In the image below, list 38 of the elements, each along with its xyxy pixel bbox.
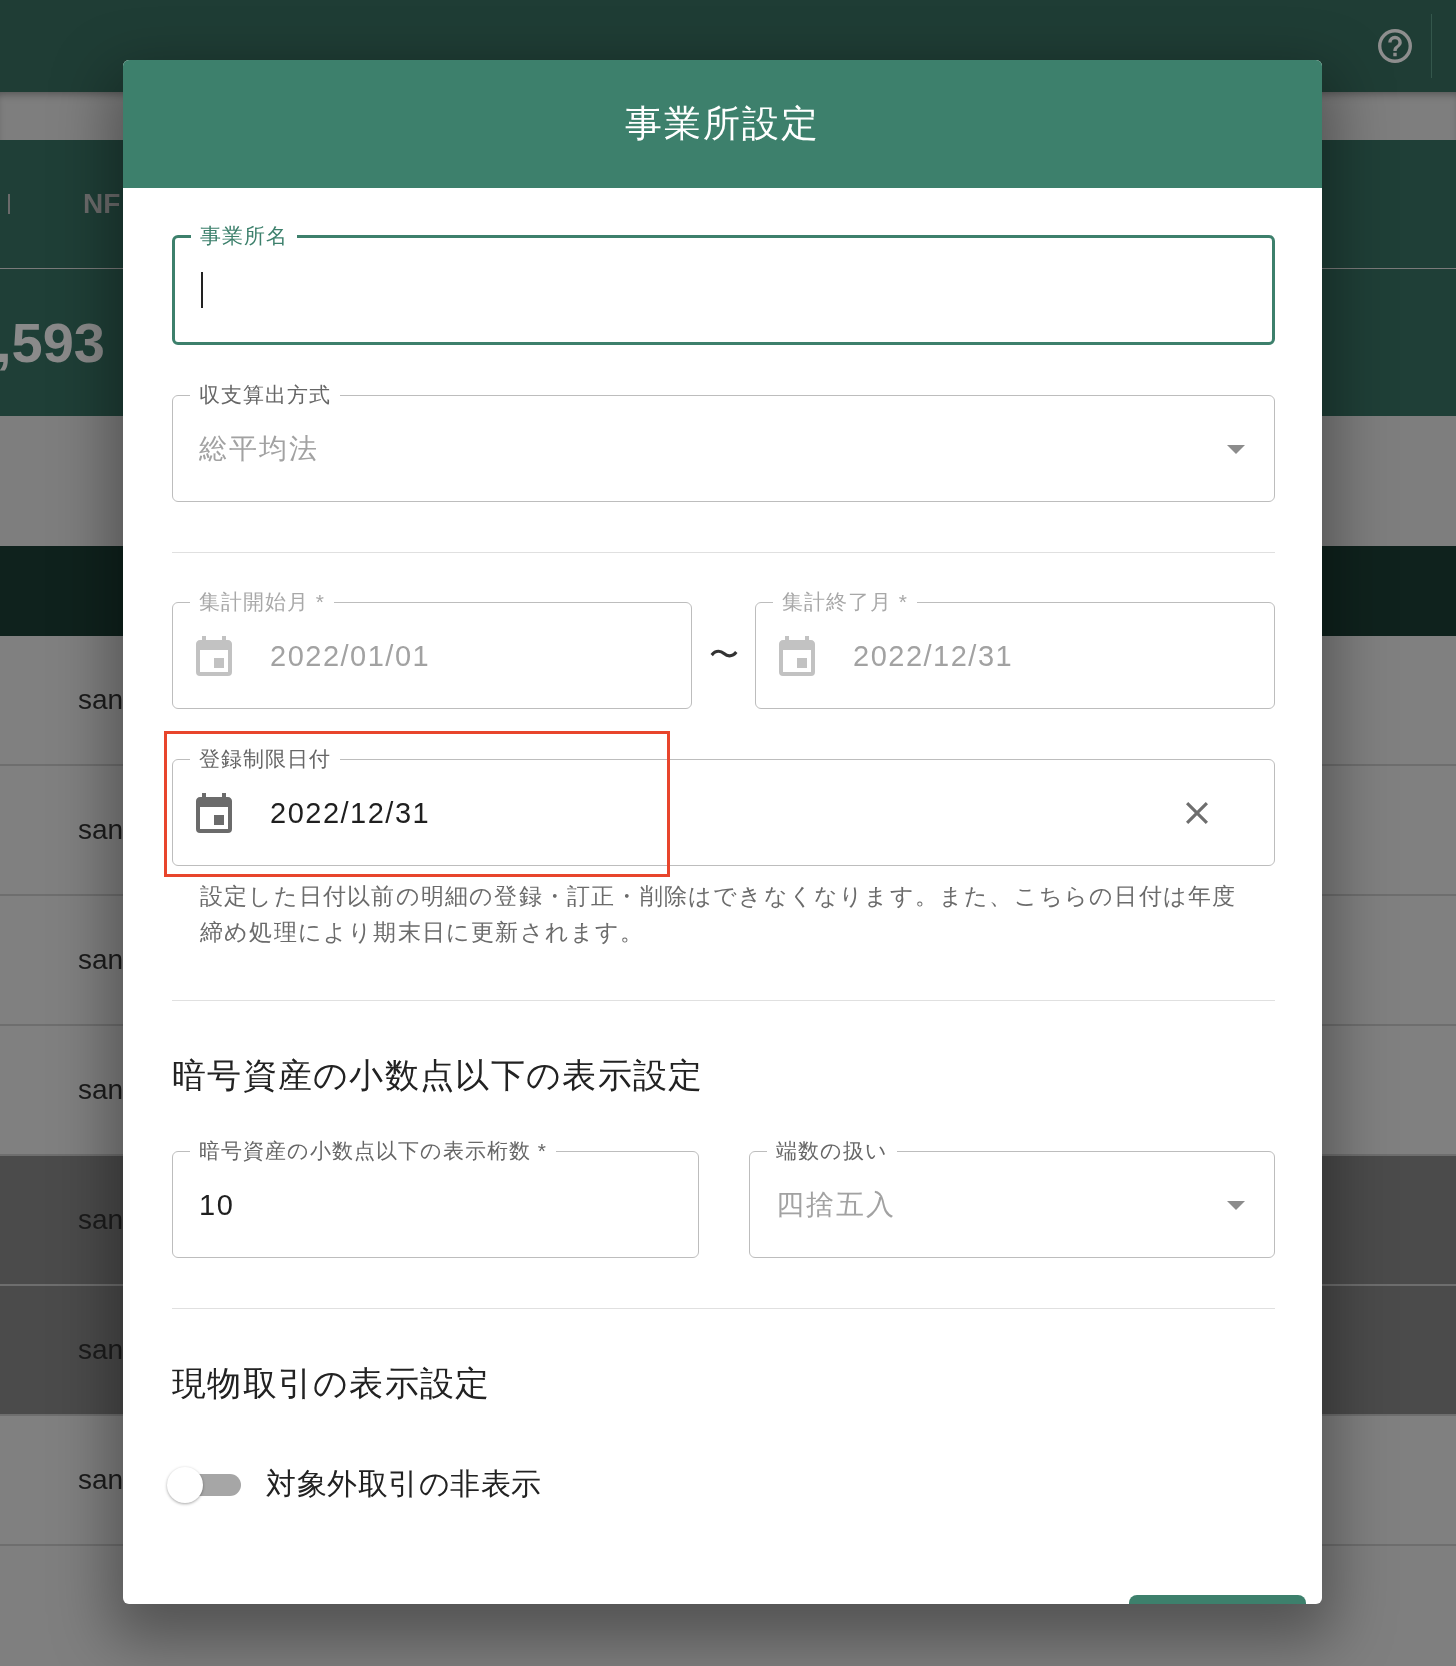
table-cell: san [78, 1074, 124, 1106]
text-cursor [201, 272, 203, 308]
date-field[interactable]: 登録制限日付 2022/12/31 [172, 747, 1275, 866]
select-field[interactable]: 端数の扱い 四捨五入 [748, 1139, 1275, 1258]
range-separator: 〜 [707, 640, 740, 670]
number-field[interactable]: 暗号資産の小数点以下の表示桁数 * 10 [172, 1139, 699, 1258]
calendar-icon [196, 636, 232, 676]
placeholder-text: 総平均法 [199, 432, 319, 466]
calendar-icon [196, 793, 232, 833]
field-label: 登録制限日付 [198, 747, 332, 771]
section-heading: 暗号資産の小数点以下の表示設定 [172, 1055, 705, 1096]
summary-amount: ,593 [0, 310, 105, 375]
section-heading: 現物取引の表示設定 [172, 1363, 492, 1404]
table-cell: san [78, 1464, 124, 1496]
placeholder-text: 四捨五入 [775, 1188, 896, 1222]
field-label: 事業所名 [198, 224, 289, 248]
table-cell: san [78, 944, 124, 976]
field-label: 収支算出方式 [198, 383, 332, 407]
field-label: 暗号資産の小数点以下の表示桁数 * [198, 1139, 548, 1163]
text-field[interactable]: 事業所名 [172, 224, 1275, 345]
field-label: 端数の扱い [774, 1139, 889, 1163]
caret-icon[interactable] [1227, 444, 1245, 454]
helper-text: 設定した日付以前の明細の登録・訂正・削除はできなくなります。また、こちらの日付は年度締め処理により期末日に更新されます。 [200, 882, 1238, 947]
field-label: 集計開始月 * [198, 590, 326, 614]
dialog-title: 事業所設定 [625, 102, 820, 146]
calendar-icon [779, 636, 815, 676]
field-value: 2022/01/01 [270, 639, 431, 673]
caret-icon[interactable] [1227, 1200, 1245, 1210]
field-value: 10 [199, 1188, 235, 1222]
field-value: 2022/12/31 [270, 796, 431, 830]
help-icon[interactable] [1378, 29, 1412, 63]
field-label: 集計終了月 * [781, 590, 909, 614]
toggle-label: 対象外取引の非表示 [266, 1466, 542, 1502]
table-cell: san [78, 684, 124, 716]
table-cell: san [78, 814, 124, 846]
select-field[interactable]: 収支算出方式 総平均法 [172, 383, 1275, 502]
field-value: 2022/12/31 [853, 639, 1014, 673]
clear-icon[interactable] [1186, 802, 1208, 824]
